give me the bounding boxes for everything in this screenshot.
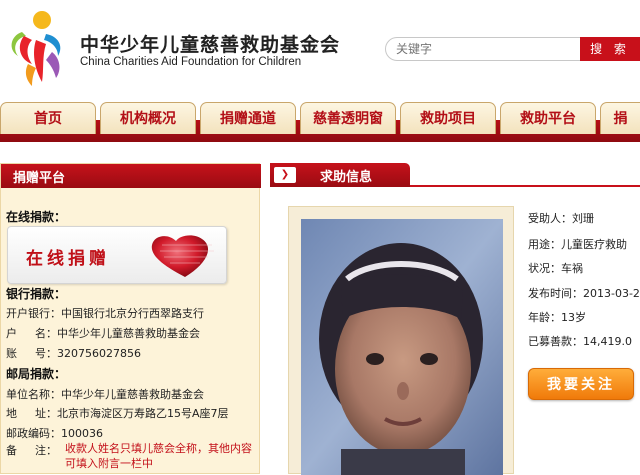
search-input[interactable]	[385, 37, 581, 61]
account-holder-row: 户 名：中华少年儿童慈善救助基金会	[6, 327, 200, 340]
recipient-name: 受助人：刘珊	[528, 212, 594, 225]
publish-time: 发布时间：2013-03-2	[528, 287, 640, 300]
online-donate-label: 在线捐赠	[26, 249, 110, 269]
postcode-row: 邮政编码：100036	[6, 427, 103, 440]
nav-item-transparency[interactable]: 慈善透明窗	[300, 102, 396, 134]
age: 年龄：13岁	[528, 311, 586, 324]
site-header: 中华少年儿童慈善救助基金会 China Charities Aid Founda…	[0, 0, 640, 92]
recipient-photo[interactable]	[301, 219, 503, 475]
nav-item-platform[interactable]: 救助平台	[500, 102, 596, 134]
org-name-en: China Charities Aid Foundation for Child…	[80, 56, 302, 68]
condition: 状况：车祸	[528, 262, 583, 275]
heart-icon	[151, 235, 214, 277]
account-number-row: 账 号：320756027856	[6, 347, 141, 360]
usage: 用途：儿童医疗救助	[528, 238, 627, 251]
nav-item-home[interactable]: 首页	[0, 102, 96, 134]
main-nav: 首页 机构概况 捐赠通道 慈善透明窗 救助项目 救助平台 捐	[0, 92, 640, 148]
search-button[interactable]: 搜 索	[580, 37, 640, 61]
address-row: 地 址：北京市海淀区万寿路乙15号A座7层	[6, 407, 229, 420]
help-info-title: 求助信息	[320, 170, 373, 185]
nav-item-projects[interactable]: 救助项目	[400, 102, 496, 134]
nav-item-truncated[interactable]: 捐	[600, 102, 640, 134]
ccafc-logo[interactable]	[2, 6, 76, 90]
bank-name-row: 开户银行：中国银行北京分行西翠路支行	[6, 307, 204, 320]
follow-button[interactable]: 我要关注	[528, 368, 634, 400]
online-donation-label: 在线捐款：	[6, 210, 67, 224]
post-donation-label: 邮局捐款：	[6, 367, 67, 381]
raised-amount: 已募善款：14,419.0	[528, 335, 632, 348]
note-prefix: 备 注：	[6, 444, 57, 457]
online-donate-button[interactable]: 在线捐赠	[7, 226, 227, 284]
panel-header: 捐赠平台	[1, 164, 261, 188]
bank-donation-label: 银行捐款：	[6, 287, 67, 301]
org-name-cn: 中华少年儿童慈善救助基金会	[80, 34, 341, 56]
panel-title: 捐赠平台	[13, 171, 66, 186]
chevron-right-icon: ❯	[274, 167, 296, 183]
nav-item-donation-channel[interactable]: 捐赠通道	[200, 102, 296, 134]
note-text: 收款人姓名只填儿慈会全称，其他内容可填入附言一栏中	[65, 442, 252, 470]
nav-item-about[interactable]: 机构概况	[100, 102, 196, 134]
recipient-photo-frame	[288, 206, 514, 475]
help-info-tab: ❯ 求助信息	[270, 163, 410, 187]
unit-name-row: 单位名称：中华少年儿童慈善救助基金会	[6, 388, 204, 401]
donation-platform-panel: 捐赠平台 在线捐款： 在线捐赠 银行捐款： 开户银行：中国银行北京分行西翠路支行…	[0, 163, 261, 474]
help-info-header: ❯ 求助信息	[270, 163, 640, 187]
